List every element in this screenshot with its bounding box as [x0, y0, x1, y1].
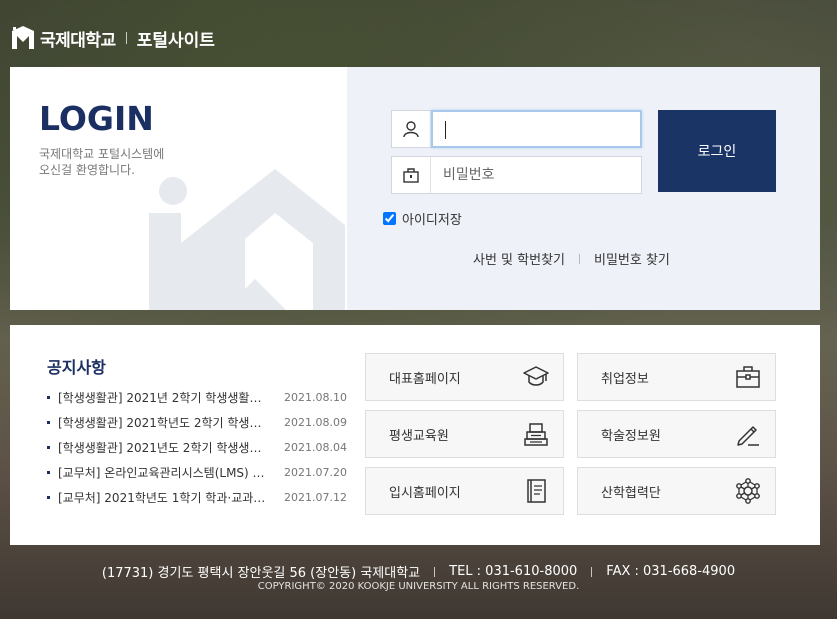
link-divider [579, 253, 580, 264]
id-input[interactable] [431, 111, 641, 147]
notebook-icon [527, 479, 546, 503]
notice-item[interactable]: [학생생활관] 2021학년도 2학기 학생생활관 안내 2021.08.09 [47, 410, 347, 435]
quick-link-jobs[interactable]: 취업정보 [577, 353, 776, 401]
account-recovery-links: 사번 및 학번찾기 비밀번호 찾기 [473, 249, 670, 268]
pencil-icon [737, 426, 759, 446]
login-title: LOGIN [39, 99, 154, 138]
bullet [47, 496, 50, 499]
quick-link-admissions[interactable]: 입시홈페이지 [365, 467, 564, 515]
footer-tel: TEL : 031-610-8000 [449, 564, 578, 579]
welcome-line-1: 국제대학교 포털시스템에 [39, 147, 165, 161]
login-intro: LOGIN 국제대학교 포털시스템에 오신걸 환영합니다. [10, 67, 347, 310]
login-form: 로그인 아이디저장 사번 및 학번찾기 비밀번호 찾기 [347, 67, 820, 310]
quick-link-lifelong-education[interactable]: 평생교육원 [365, 410, 564, 458]
remember-id[interactable]: 아이디저장 [383, 209, 462, 228]
portal-label: 포털사이트 [136, 30, 215, 51]
notice-title[interactable]: 공지사항 [47, 354, 106, 378]
notice-item[interactable]: [교무처] 2021학년도 1학기 학과·교과목 안내 2021.07.12 [47, 485, 347, 510]
text-cursor [445, 121, 446, 139]
notice-item-title[interactable]: [학생생활관] 2021년 2학기 학생생활관 입사 안내 [58, 389, 270, 406]
password-field [391, 156, 642, 194]
quick-link-label: 취업정보 [601, 371, 649, 387]
network-icon [736, 478, 760, 504]
bullet [47, 471, 50, 474]
remember-id-checkbox[interactable] [383, 212, 396, 225]
notice-item-date: 2021.08.09 [284, 416, 347, 429]
notice-item-title[interactable]: [교무처] 온라인교육관리시스템(LMS) 안내 [58, 464, 270, 481]
quick-link-label: 대표홈페이지 [389, 371, 461, 387]
find-password-link[interactable]: 비밀번호 찾기 [594, 249, 670, 268]
quick-link-label: 학술정보원 [601, 428, 661, 444]
books-icon [524, 423, 548, 446]
footer-address: (17731) 경기도 평택시 장안웃길 56 (장안동) 국제대학교 [101, 566, 421, 581]
id-field [391, 110, 642, 148]
password-input[interactable] [431, 157, 641, 193]
footer-fax: FAX : 031-668-4900 [606, 564, 736, 579]
quick-link-label: 평생교육원 [389, 428, 449, 444]
quick-link-label: 산학협력단 [601, 485, 661, 501]
login-panel: LOGIN 국제대학교 포털시스템에 오신걸 환영합니다. 로그인 아이디저장 … [10, 67, 820, 310]
quick-link-main-homepage[interactable]: 대표홈페이지 [365, 353, 564, 401]
notice-item-date: 2021.08.10 [284, 391, 347, 404]
university-logo-icon[interactable] [10, 25, 36, 51]
lock-icon [392, 157, 431, 193]
site-header: 국제대학교 포털사이트 [10, 20, 215, 56]
quick-link-industry-cooperation[interactable]: 산학협력단 [577, 467, 776, 515]
header-divider [125, 32, 127, 44]
find-id-link[interactable]: 사번 및 학번찾기 [473, 249, 565, 268]
remember-id-label: 아이디저장 [402, 213, 462, 228]
notice-item[interactable]: [학생생활관] 2021년 2학기 학생생활관 입사 안내 2021.08.10 [47, 385, 347, 410]
notice-item-date: 2021.07.12 [284, 491, 347, 504]
login-button[interactable]: 로그인 [658, 110, 776, 192]
info-panel: 공지사항 [학생생활관] 2021년 2학기 학생생활관 입사 안내 2021.0… [10, 325, 820, 545]
notice-item[interactable]: [학생생활관] 2021년도 2학기 학생생활관 안내 2021.08.04 [47, 435, 347, 460]
footer-divider [434, 566, 436, 577]
briefcase-icon [736, 366, 760, 388]
user-icon [392, 111, 431, 147]
bullet [47, 421, 50, 424]
notice-item-title[interactable]: [학생생활관] 2021년도 2학기 학생생활관 안내 [58, 439, 270, 456]
notice-item[interactable]: [교무처] 온라인교육관리시스템(LMS) 안내 2021.07.20 [47, 460, 347, 485]
notice-item-title[interactable]: [교무처] 2021학년도 1학기 학과·교과목 안내 [58, 489, 270, 506]
notice-item-date: 2021.07.20 [284, 466, 347, 479]
footer-contact: (17731) 경기도 평택시 장안웃길 56 (장안동) 국제대학교 TEL … [0, 562, 837, 581]
notice-item-title[interactable]: [학생생활관] 2021학년도 2학기 학생생활관 안내 [58, 414, 270, 431]
notice-list: [학생생활관] 2021년 2학기 학생생활관 입사 안내2021.08.10 … [47, 385, 347, 510]
bullet [47, 446, 50, 449]
graduation-cap-icon [523, 366, 549, 386]
university-name[interactable]: 국제대학교 [40, 26, 116, 51]
footer-divider [591, 566, 593, 577]
footer-copyright: COPYRIGHT© 2020 KOOKJE UNIVERSITY ALL RI… [257, 581, 580, 592]
notice-item-date: 2021.08.04 [284, 441, 347, 454]
quick-link-label: 입시홈페이지 [389, 485, 461, 501]
watermark-logo-icon [149, 169, 345, 310]
bullet [47, 396, 50, 399]
quick-link-academic-information[interactable]: 학술정보원 [577, 410, 776, 458]
